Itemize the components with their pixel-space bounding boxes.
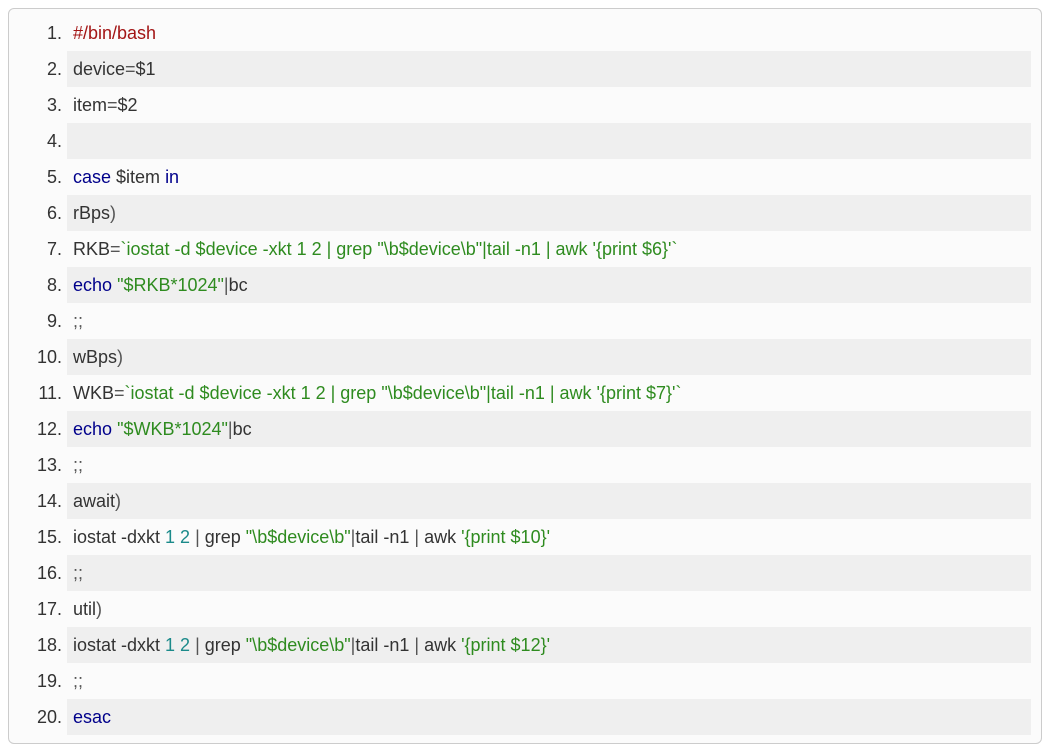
code-line: iostat -dxkt 1 2 | grep "\b$device\b"|ta… [67,519,1031,555]
code-token: ) [115,491,121,511]
code-token: $1 [136,59,156,79]
code-line: case $item in [67,159,1031,195]
code-list: #/bin/bashdevice=$1item=$2 case $item in… [19,15,1031,735]
code-token: "\b$device\b" [246,635,351,655]
code-token: ;; [73,311,83,331]
code-line [67,123,1031,159]
code-token: tail -n1 [355,635,414,655]
code-token: $2 [118,95,138,115]
code-token: echo [73,275,112,295]
code-token: "$RKB*1024" [117,275,224,295]
code-token: ) [117,347,123,367]
code-token: '{print $10}' [461,527,550,547]
code-token: bc [233,419,252,439]
code-block: #/bin/bashdevice=$1item=$2 case $item in… [8,8,1042,744]
code-token: await [73,491,115,511]
code-token: RKB [73,239,110,259]
code-token: ;; [73,563,83,583]
code-line: ;; [67,555,1031,591]
code-token: wBps [73,347,117,367]
code-token: WKB [73,383,114,403]
code-token: 1 2 [165,635,190,655]
code-token: device [73,59,125,79]
code-token: grep [200,635,246,655]
code-token: iostat -dxkt [73,527,165,547]
code-token: grep [200,527,246,547]
code-line: ;; [67,447,1031,483]
code-line: iostat -dxkt 1 2 | grep "\b$device\b"|ta… [67,627,1031,663]
code-line: await) [67,483,1031,519]
code-token: tail -n1 [355,527,414,547]
code-token: util [73,599,96,619]
code-line: ;; [67,663,1031,699]
code-token: "\b$device\b" [246,527,351,547]
code-line: WKB=`iostat -d $device -xkt 1 2 | grep "… [67,375,1031,411]
code-token: awk [419,635,461,655]
code-token [73,131,78,151]
code-token: ) [110,203,116,223]
code-token: esac [73,707,111,727]
code-token: = [107,95,118,115]
code-line: util) [67,591,1031,627]
code-token: bc [229,275,248,295]
code-token: = [125,59,136,79]
code-token: iostat -dxkt [73,635,165,655]
code-token: ;; [73,455,83,475]
code-line: echo "$RKB*1024"|bc [67,267,1031,303]
code-line: #/bin/bash [67,15,1031,51]
code-token: ;; [73,671,83,691]
code-line: ;; [67,303,1031,339]
code-token: rBps [73,203,110,223]
code-line: esac [67,699,1031,735]
code-token: = [110,239,121,259]
code-token: echo [73,419,112,439]
code-token: $item [111,167,165,187]
code-line: echo "$WKB*1024"|bc [67,411,1031,447]
code-token: ) [96,599,102,619]
code-token: #/bin/bash [73,23,156,43]
code-token: = [114,383,125,403]
code-token: in [165,167,179,187]
code-line: wBps) [67,339,1031,375]
code-token: "$WKB*1024" [117,419,228,439]
code-token: awk [419,527,461,547]
code-line: RKB=`iostat -d $device -xkt 1 2 | grep "… [67,231,1031,267]
code-token: 1 2 [165,527,190,547]
code-line: rBps) [67,195,1031,231]
code-token: item [73,95,107,115]
code-token: '{print $12}' [461,635,550,655]
code-token: `iostat -d $device -xkt 1 2 | grep "\b$d… [121,239,678,259]
code-line: item=$2 [67,87,1031,123]
code-token: case [73,167,111,187]
code-line: device=$1 [67,51,1031,87]
code-token: `iostat -d $device -xkt 1 2 | grep "\b$d… [125,383,682,403]
